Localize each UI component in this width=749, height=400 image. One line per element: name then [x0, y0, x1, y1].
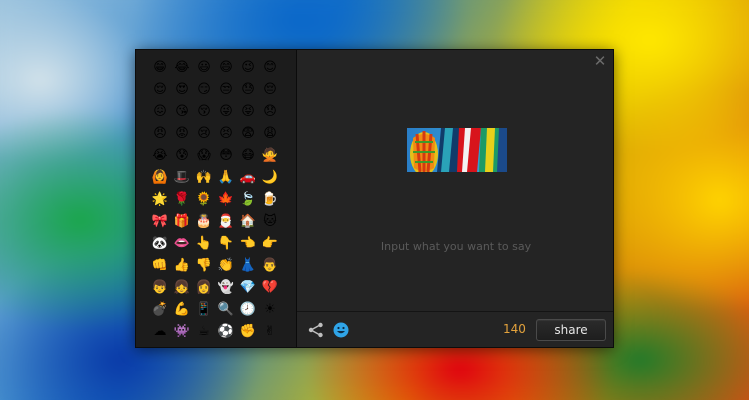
emoji-item[interactable]: 🎀: [149, 210, 171, 232]
emoji-item[interactable]: 💪: [171, 298, 193, 320]
emoji-item[interactable]: 🙌: [193, 166, 215, 188]
emoji-item[interactable]: 👾: [171, 320, 193, 342]
emoji-item[interactable]: 🐱: [259, 210, 281, 232]
emoji-item[interactable]: 😚: [193, 100, 215, 122]
emoji-item[interactable]: 😞: [259, 100, 281, 122]
emoji-item[interactable]: 🙏: [215, 166, 237, 188]
emoji-item[interactable]: 👩: [193, 276, 215, 298]
emoji-item[interactable]: 🌻: [193, 188, 215, 210]
emoji-item[interactable]: 😌: [149, 78, 171, 100]
emoji-item[interactable]: 🍺: [259, 188, 281, 210]
emoji-item[interactable]: 😉: [237, 56, 259, 78]
emoji-item[interactable]: 👧: [171, 276, 193, 298]
emoji-item[interactable]: 🐼: [149, 232, 171, 254]
emoji-item[interactable]: 🕗: [237, 298, 259, 320]
emoji-item[interactable]: 😣: [215, 122, 237, 144]
emoji-item[interactable]: 👇: [215, 232, 237, 254]
emoji-item[interactable]: 😡: [171, 122, 193, 144]
bottom-toolbar: 140 share: [297, 311, 613, 348]
close-icon[interactable]: ✕: [593, 54, 607, 69]
emoji-item[interactable]: 👗: [237, 254, 259, 276]
emoji-item[interactable]: 👻: [215, 276, 237, 298]
emoji-item[interactable]: 😃: [193, 56, 215, 78]
emoji-grid: 😁 😂 😃 😄 😉 😊 😌 😍 😏 😒 😓 😔 😖 😘 😚 😜 😝 😞 😠 😡 😢 😣 😨 😩 😭 😰 😱 😳 😷 🙅 🙆 🎩 🙌 🙏 🚗 🌙 🌟 🌹 🌻 🍁…: [149, 56, 281, 342]
emoji-item[interactable]: 😷: [237, 144, 259, 166]
emoji-item[interactable]: 😊: [259, 56, 281, 78]
emoji-item[interactable]: 😒: [215, 78, 237, 100]
emoji-item[interactable]: 💎: [237, 276, 259, 298]
emoji-item[interactable]: 😄: [215, 56, 237, 78]
emoji-item[interactable]: 🎁: [171, 210, 193, 232]
emoji-item[interactable]: 🙆: [149, 166, 171, 188]
preview-image: [407, 128, 507, 172]
emoji-item[interactable]: 🔍: [215, 298, 237, 320]
emoji-item[interactable]: 🌹: [171, 188, 193, 210]
emoji-item[interactable]: 😏: [193, 78, 215, 100]
emoji-item[interactable]: 😳: [215, 144, 237, 166]
emoji-item[interactable]: 📱: [193, 298, 215, 320]
character-count: 140: [503, 322, 526, 336]
emoji-item[interactable]: 👈: [237, 232, 259, 254]
emoji-item[interactable]: 😓: [237, 78, 259, 100]
emoji-item[interactable]: 😨: [237, 122, 259, 144]
share-nodes-icon[interactable]: [308, 322, 324, 338]
emoji-item[interactable]: 😰: [171, 144, 193, 166]
emoji-item[interactable]: 😖: [149, 100, 171, 122]
emoji-item[interactable]: 😢: [193, 122, 215, 144]
emoji-item[interactable]: 👨: [259, 254, 281, 276]
emoji-item[interactable]: 🌙: [259, 166, 281, 188]
emoji-item[interactable]: 😘: [171, 100, 193, 122]
emoji-item[interactable]: 🙅: [259, 144, 281, 166]
emoji-item[interactable]: 😩: [259, 122, 281, 144]
emoji-item[interactable]: 👊: [149, 254, 171, 276]
emoji-item[interactable]: ☕: [193, 320, 215, 342]
emoji-item[interactable]: 😍: [171, 78, 193, 100]
emoji-item[interactable]: 🎩: [171, 166, 193, 188]
emoji-item[interactable]: 💣: [149, 298, 171, 320]
emoji-item[interactable]: 😜: [215, 100, 237, 122]
share-dialog: 😁 😂 😃 😄 😉 😊 😌 😍 😏 😒 😓 😔 😖 😘 😚 😜 😝 😞 😠 😡 😢 😣 😨 😩 😭 😰 😱 😳 😷 🙅 🙆 🎩 🙌 🙏 🚗 🌙 🌟 🌹 🌻 🍁…: [135, 49, 614, 348]
emoji-item[interactable]: 👍: [171, 254, 193, 276]
emoji-item[interactable]: 👏: [215, 254, 237, 276]
emoji-item[interactable]: 😔: [259, 78, 281, 100]
emoji-item[interactable]: 😁: [149, 56, 171, 78]
emoji-item[interactable]: ☀: [259, 298, 281, 320]
emoji-item[interactable]: 🌟: [149, 188, 171, 210]
emoji-item[interactable]: 😠: [149, 122, 171, 144]
emoji-item[interactable]: 😭: [149, 144, 171, 166]
hot-air-balloon-image: [407, 128, 507, 172]
message-input[interactable]: Input what you want to say: [298, 240, 614, 253]
smiley-face-icon[interactable]: [333, 322, 349, 338]
emoji-item[interactable]: 🎂: [193, 210, 215, 232]
emoji-item[interactable]: ✊: [237, 320, 259, 342]
emoji-panel: 😁 😂 😃 😄 😉 😊 😌 😍 😏 😒 😓 😔 😖 😘 😚 😜 😝 😞 😠 😡 😢 😣 😨 😩 😭 😰 😱 😳 😷 🙅 🙆 🎩 🙌 🙏 🚗 🌙 🌟 🌹 🌻 🍁…: [136, 50, 297, 347]
emoji-item[interactable]: 🚗: [237, 166, 259, 188]
emoji-item[interactable]: 👉: [259, 232, 281, 254]
emoji-item[interactable]: 🍃: [237, 188, 259, 210]
share-button[interactable]: share: [536, 319, 606, 341]
emoji-item[interactable]: 💔: [259, 276, 281, 298]
emoji-item[interactable]: 😂: [171, 56, 193, 78]
emoji-item[interactable]: 😝: [237, 100, 259, 122]
emoji-item[interactable]: 👄: [171, 232, 193, 254]
emoji-item[interactable]: 👎: [193, 254, 215, 276]
emoji-item[interactable]: 🎅: [215, 210, 237, 232]
emoji-item[interactable]: 🏠: [237, 210, 259, 232]
emoji-item[interactable]: ☁: [149, 320, 171, 342]
emoji-item[interactable]: 👦: [149, 276, 171, 298]
emoji-item[interactable]: ✌: [259, 320, 281, 342]
emoji-item[interactable]: 👆: [193, 232, 215, 254]
emoji-item[interactable]: 😱: [193, 144, 215, 166]
emoji-item[interactable]: 🍁: [215, 188, 237, 210]
emoji-item[interactable]: ⚽: [215, 320, 237, 342]
